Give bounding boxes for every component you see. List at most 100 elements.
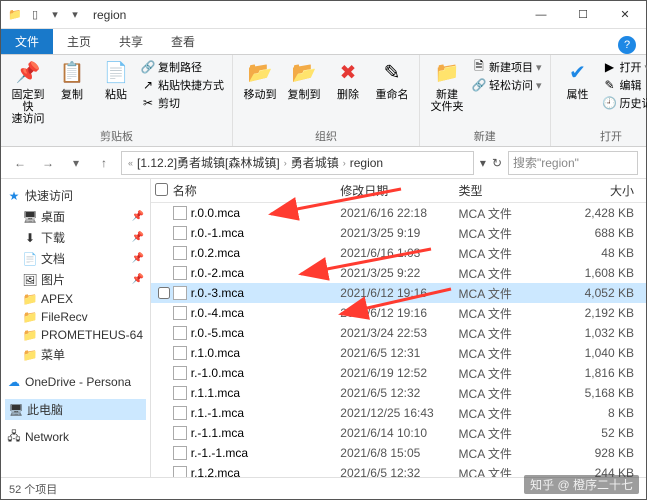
file-name: r.0.-4.mca (191, 306, 244, 320)
easy-access-button[interactable]: 🔗轻松访问▾ (472, 77, 542, 93)
file-icon (173, 306, 187, 320)
file-row[interactable]: r.0.-2.mca 2021/3/25 9:22 MCA 文件 1,608 K… (151, 263, 646, 283)
window-title: region (89, 8, 520, 22)
nav-forward-button[interactable]: → (37, 152, 59, 174)
sidebar-onedrive[interactable]: ☁OneDrive - Persona (5, 373, 146, 391)
new-item-button[interactable]: 🗎新建项目▾ (472, 59, 542, 75)
qat-overflow-icon[interactable]: ▾ (67, 7, 83, 23)
breadcrumb[interactable]: « [1.12.2]勇者城镇[森林城镇] › 勇者城镇 › region (121, 151, 474, 175)
column-type[interactable]: 类型 (459, 182, 558, 199)
pin-to-quick-access-button[interactable]: 📌 固定到快 速访问 (9, 59, 47, 125)
delete-button[interactable]: ✖删除 (329, 59, 367, 101)
tab-file[interactable]: 文件 (1, 29, 53, 54)
minimize-button[interactable]: — (520, 1, 562, 29)
copyto-icon: 📂 (290, 59, 318, 87)
nav-recent-dropdown[interactable]: ▾ (65, 152, 87, 174)
file-row[interactable]: r.1.2.mca 2021/6/5 12:32 MCA 文件 244 KB (151, 463, 646, 477)
history-button[interactable]: 🕘历史记录 (603, 95, 647, 111)
close-button[interactable]: ✕ (604, 1, 646, 29)
help-icon[interactable]: ? (618, 36, 636, 54)
file-date: 2021/6/16 22:18 (340, 206, 458, 220)
file-row[interactable]: r.0.-3.mca 2021/6/12 19:16 MCA 文件 4,052 … (151, 283, 646, 303)
file-type: MCA 文件 (459, 385, 558, 402)
search-input[interactable]: 搜索"region" (508, 151, 638, 175)
file-icon (173, 446, 187, 460)
file-row[interactable]: r.0.0.mca 2021/6/16 22:18 MCA 文件 2,428 K… (151, 203, 646, 223)
move-to-button[interactable]: 📂移动到 (241, 59, 279, 101)
breadcrumb-dropdown-icon[interactable]: ▾ (480, 156, 486, 170)
copy-path-button[interactable]: 🔗复制路径 (141, 59, 224, 75)
sidebar-network[interactable]: 🖧Network (5, 428, 146, 446)
sidebar-item[interactable]: 📁菜单 (5, 344, 146, 365)
file-name: r.0.0.mca (191, 206, 240, 220)
file-name: r.1.-1.mca (191, 406, 244, 420)
file-row[interactable]: r.-1.1.mca 2021/6/14 10:10 MCA 文件 52 KB (151, 423, 646, 443)
paste-icon: 📄 (102, 59, 130, 87)
breadcrumb-seg-0[interactable]: [1.12.2]勇者城镇[森林城镇] (137, 154, 280, 171)
sidebar-item[interactable]: 📁APEX (5, 290, 146, 308)
file-size: 1,040 KB (557, 346, 646, 360)
easy-icon: 🔗 (472, 78, 486, 92)
column-name[interactable]: 名称 (173, 182, 341, 199)
column-headers: 名称 修改日期 类型 大小 (151, 179, 646, 203)
cut-button[interactable]: ✂剪切 (141, 95, 224, 111)
pin-icon: 📌 (132, 211, 144, 222)
file-row[interactable]: r.0.-5.mca 2021/3/24 22:53 MCA 文件 1,032 … (151, 323, 646, 343)
sidebar-item[interactable]: 🖥桌面📌 (5, 206, 146, 227)
file-row[interactable]: r.0.2.mca 2021/6/16 1:03 MCA 文件 48 KB (151, 243, 646, 263)
refresh-button[interactable]: ↻ (492, 156, 502, 170)
file-date: 2021/6/16 1:03 (340, 246, 458, 260)
copy-button[interactable]: 📋 复制 (53, 59, 91, 101)
paste-shortcut-button[interactable]: ↗粘贴快捷方式 (141, 77, 224, 93)
file-row[interactable]: r.1.1.mca 2021/6/5 12:32 MCA 文件 5,168 KB (151, 383, 646, 403)
row-checkbox[interactable] (155, 287, 173, 299)
breadcrumb-seg-2[interactable]: region (350, 156, 383, 170)
nav-back-button[interactable]: ← (9, 152, 31, 174)
qat-dropdown-icon[interactable]: ▾ (47, 7, 63, 23)
breadcrumb-seg-1[interactable]: 勇者城镇 (291, 154, 339, 171)
rename-button[interactable]: ✎重命名 (373, 59, 411, 101)
file-icon (173, 426, 187, 440)
file-row[interactable]: r.1.0.mca 2021/6/5 12:31 MCA 文件 1,040 KB (151, 343, 646, 363)
item-icon: ⬇ (23, 231, 37, 245)
paste-label: 粘贴 (105, 89, 127, 101)
select-all-checkbox[interactable] (155, 183, 173, 199)
nav-up-button[interactable]: ↑ (93, 152, 115, 174)
sidebar-quick-access[interactable]: ★ 快速访问 (5, 185, 146, 206)
file-icon (173, 346, 187, 360)
file-row[interactable]: r.0.-4.mca 2021/6/12 19:16 MCA 文件 2,192 … (151, 303, 646, 323)
sidebar-item[interactable]: ⬇下载📌 (5, 227, 146, 248)
new-folder-button[interactable]: 📁新建 文件夹 (428, 59, 466, 113)
props-icon: ✔ (564, 59, 592, 87)
tab-share[interactable]: 共享 (105, 29, 157, 54)
pc-icon: 🖥 (9, 403, 23, 417)
content-area: 名称 修改日期 类型 大小 r.0.0.mca 2021/6/16 22:18 … (151, 179, 646, 477)
file-icon (173, 466, 187, 477)
file-name: r.0.2.mca (191, 246, 240, 260)
sidebar-item[interactable]: 📄文档📌 (5, 248, 146, 269)
open-button[interactable]: ▶打开▾ (603, 59, 647, 75)
maximize-button[interactable]: ☐ (562, 1, 604, 29)
copy-to-button[interactable]: 📂复制到 (285, 59, 323, 101)
tab-view[interactable]: 查看 (157, 29, 209, 54)
column-date[interactable]: 修改日期 (340, 182, 458, 199)
properties-button[interactable]: ✔属性 (559, 59, 597, 101)
sidebar-item[interactable]: 📁PROMETHEUS-64 (5, 326, 146, 344)
item-icon: 📁 (23, 348, 37, 362)
tab-home[interactable]: 主页 (53, 29, 105, 54)
paste-button[interactable]: 📄 粘贴 (97, 59, 135, 101)
file-list[interactable]: r.0.0.mca 2021/6/16 22:18 MCA 文件 2,428 K… (151, 203, 646, 477)
file-size: 8 KB (557, 406, 646, 420)
file-row[interactable]: r.-1.0.mca 2021/6/19 12:52 MCA 文件 1,816 … (151, 363, 646, 383)
file-row[interactable]: r.-1.-1.mca 2021/6/8 15:05 MCA 文件 928 KB (151, 443, 646, 463)
edit-button[interactable]: ✎编辑 (603, 77, 647, 93)
pin-icon: 📌 (14, 59, 42, 87)
column-size[interactable]: 大小 (557, 182, 646, 199)
item-icon: 🖼 (23, 273, 37, 287)
sidebar-item[interactable]: 📁FileRecv (5, 308, 146, 326)
path-icon: 🔗 (141, 60, 155, 74)
sidebar-this-pc[interactable]: 🖥此电脑 (5, 399, 146, 420)
file-row[interactable]: r.1.-1.mca 2021/12/25 16:43 MCA 文件 8 KB (151, 403, 646, 423)
sidebar-item[interactable]: 🖼图片📌 (5, 269, 146, 290)
file-row[interactable]: r.0.-1.mca 2021/3/25 9:19 MCA 文件 688 KB (151, 223, 646, 243)
